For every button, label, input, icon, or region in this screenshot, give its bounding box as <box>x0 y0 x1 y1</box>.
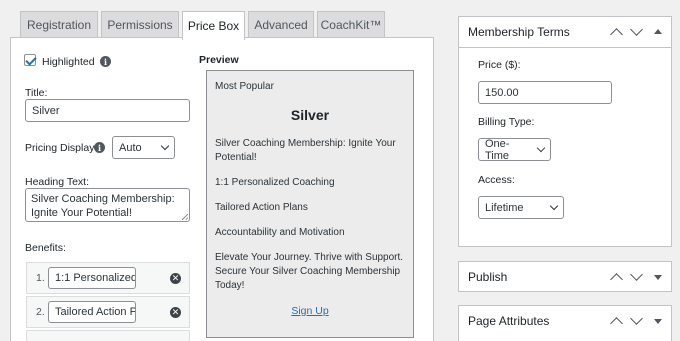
access-label: Access: <box>478 174 515 186</box>
pricing-display-value: Auto <box>119 141 142 154</box>
resize-handle-icon[interactable] <box>182 214 188 220</box>
preview-heading: Silver Coaching Membership: Ignite Your … <box>215 138 396 163</box>
preview-benefit: Accountability and Motivation <box>215 227 345 238</box>
title-label: Title: <box>25 87 48 99</box>
preview-benefit: Tailored Action Plans <box>215 202 308 213</box>
expand-icon[interactable] <box>654 275 662 280</box>
tab-advanced[interactable]: Advanced <box>248 11 314 38</box>
remove-icon[interactable]: ✕ <box>170 273 181 284</box>
billing-type-label: Billing Type: <box>478 116 535 128</box>
tab-price-box[interactable]: Price Box <box>182 11 245 40</box>
chevron-down-icon <box>160 141 170 151</box>
benefit-number: 1. <box>36 272 45 284</box>
preview-title: Silver <box>290 107 330 123</box>
chevron-down-icon <box>536 143 546 153</box>
preview-footer: Elevate Your Journey. Thrive with Suppor… <box>215 252 404 291</box>
preview-badge: Most Popular <box>215 81 274 92</box>
benefit-input[interactable]: 1:1 Personalized <box>48 267 136 289</box>
billing-type-select[interactable]: One-Time <box>478 137 551 162</box>
sign-up-link[interactable]: Sign Up <box>207 305 413 317</box>
highlighted-checkbox[interactable] <box>24 54 36 66</box>
pricing-display-select[interactable]: Auto <box>112 136 175 159</box>
preview-benefit: 1:1 Personalized Coaching <box>215 177 335 188</box>
expand-icon[interactable] <box>654 319 662 324</box>
page-attributes-box: Page Attributes <box>458 305 672 341</box>
info-icon[interactable]: i <box>94 142 105 153</box>
tab-coachkit[interactable]: CoachKit™ <box>317 11 385 38</box>
billing-type-value: One-Time <box>485 137 510 162</box>
chevron-down-icon <box>549 201 559 211</box>
info-icon[interactable]: i <box>100 56 111 67</box>
benefit-number: 2. <box>36 306 45 318</box>
price-label: Price ($): <box>478 59 521 71</box>
access-select[interactable]: Lifetime <box>478 196 564 219</box>
benefit-input[interactable]: Tailored Action P <box>48 301 136 323</box>
benefit-row <box>26 330 190 341</box>
pricing-display-label: Pricing Display <box>25 142 95 154</box>
heading-text-value: Silver Coaching Membership: Ignite Your … <box>31 193 175 219</box>
remove-icon[interactable]: ✕ <box>170 307 181 318</box>
price-box-preview: Most Popular Silver Silver Coaching Memb… <box>206 70 414 338</box>
tab-registration[interactable]: Registration <box>20 11 98 38</box>
heading-text-label: Heading Text: <box>25 176 90 188</box>
preview-label: Preview <box>199 54 239 66</box>
tab-permissions[interactable]: Permissions <box>101 11 179 38</box>
highlighted-label: Highlighted <box>42 56 95 68</box>
divider <box>459 47 671 48</box>
price-input[interactable]: 150.00 <box>478 81 612 104</box>
benefit-row: 2. Tailored Action P ✕ <box>26 296 190 328</box>
title-input[interactable]: Silver <box>25 99 190 122</box>
publish-box: Publish <box>458 261 672 292</box>
heading-text-textarea[interactable]: Silver Coaching Membership: Ignite Your … <box>25 188 190 222</box>
collapse-icon[interactable] <box>654 29 662 34</box>
benefit-row: 1. 1:1 Personalized ✕ <box>26 262 190 294</box>
benefits-label: Benefits: <box>25 242 66 254</box>
membership-terms-box: Membership Terms Price ($): 150.00 Billi… <box>458 16 672 247</box>
access-value: Lifetime <box>485 201 524 214</box>
